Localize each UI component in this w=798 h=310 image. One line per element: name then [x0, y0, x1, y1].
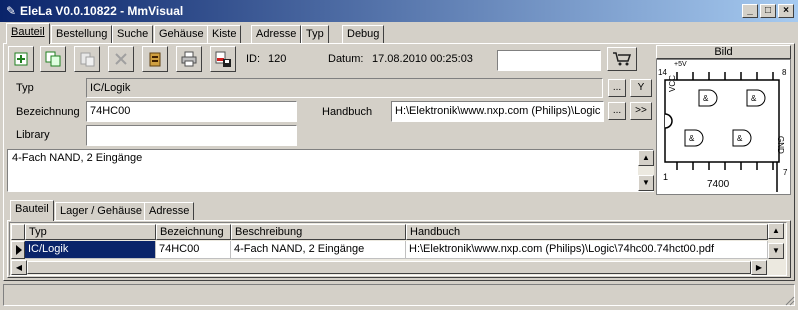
handbuch-open-button[interactable]: >> — [630, 102, 652, 120]
close-button[interactable]: × — [778, 4, 794, 18]
svg-text:&: & — [751, 94, 757, 103]
tab-suche[interactable]: Suche — [112, 25, 154, 43]
date-value: 17.08.2010 00:25:03 — [372, 53, 473, 65]
memo-scroll-down[interactable]: ▼ — [638, 175, 654, 191]
archive-button[interactable] — [142, 46, 168, 72]
print-pdf-button[interactable] — [210, 46, 236, 72]
grid-scroll-up[interactable]: ▲ — [768, 223, 784, 239]
window-title: EleLa V0.0.10822 - MmVisual — [20, 4, 184, 18]
inner-tab-adresse[interactable]: Adresse — [144, 202, 195, 220]
printer-icon — [181, 51, 197, 67]
grid-header-bezeichnung[interactable]: Bezeichnung — [156, 224, 231, 240]
new-record-icon — [14, 52, 28, 66]
copy-icon — [45, 51, 61, 67]
grid-scroll-thumb[interactable] — [27, 261, 751, 274]
quantity-input[interactable] — [497, 50, 601, 71]
pin14-label: 14 — [658, 68, 667, 77]
table-cell[interactable]: H:\Elektronik\www.nxp.com (Philips)\Logi… — [406, 241, 768, 259]
grid-header-beschreibung[interactable]: Beschreibung — [231, 224, 406, 240]
tab-kiste[interactable]: Kiste — [207, 25, 242, 43]
date-label: Datum: — [328, 53, 364, 65]
memo-scroll-up[interactable]: ▲ — [638, 150, 654, 166]
paste-record-button[interactable] — [74, 46, 100, 72]
typ-filter-button[interactable]: Y — [630, 79, 652, 97]
status-bar — [3, 284, 795, 306]
description-text: 4-Fach NAND, 2 Eingänge — [12, 152, 143, 164]
id-label: ID: — [246, 53, 261, 65]
svg-text:&: & — [689, 134, 695, 143]
inner-tab-bauteil[interactable]: Bauteil — [10, 200, 54, 221]
grid-scroll-right[interactable]: ▶ — [751, 260, 767, 275]
typ-label: Typ — [16, 82, 34, 94]
library-input[interactable] — [86, 125, 297, 146]
pin7-label: 7 — [783, 168, 788, 177]
minimize-button[interactable]: _ — [742, 4, 758, 18]
typ-field[interactable]: IC/Logik — [86, 78, 603, 98]
table-cell[interactable]: 74HC00 — [156, 241, 231, 259]
handbuch-label: Handbuch — [322, 106, 373, 118]
delete-icon — [115, 53, 127, 65]
grid-scroll-down[interactable]: ▼ — [768, 243, 784, 259]
grid-indicator-header — [11, 224, 25, 240]
description-memo[interactable]: 4-Fach NAND, 2 Eingänge — [7, 149, 654, 192]
app-icon: ✎ — [5, 4, 17, 18]
chip-label: 7400 — [707, 179, 730, 190]
pin1-label: 1 — [663, 172, 669, 182]
library-label: Library — [16, 129, 50, 141]
vcc-label: VCC — [668, 75, 677, 92]
grid-header-typ[interactable]: Typ — [25, 224, 156, 240]
gnd-label: GND — [776, 136, 785, 154]
row-pointer-icon — [16, 245, 22, 255]
bezeichnung-label: Bezeichnung — [16, 106, 80, 118]
row-indicator[interactable] — [11, 241, 25, 259]
typ-browse-button[interactable]: ... — [608, 79, 626, 97]
size-grip-icon[interactable] — [783, 294, 795, 306]
new-record-button[interactable] — [8, 46, 34, 72]
handbuch-browse-button[interactable]: ... — [608, 102, 626, 120]
archive-icon — [149, 52, 161, 67]
inner-tab-lager-gehaeuse[interactable]: Lager / Gehäuse — [55, 202, 147, 220]
print-button[interactable] — [176, 46, 202, 72]
pin8-label: 8 — [782, 68, 787, 77]
paste-icon — [80, 52, 95, 67]
svg-text:&: & — [737, 134, 743, 143]
table-cell[interactable]: 4-Fach NAND, 2 Eingänge — [231, 241, 406, 259]
tab-gehaeuse[interactable]: Gehäuse — [154, 25, 209, 43]
copy-record-button[interactable] — [40, 46, 66, 72]
tab-adresse[interactable]: Adresse — [251, 25, 302, 43]
cart-icon — [613, 52, 632, 66]
save-print-icon — [215, 51, 231, 67]
cart-button[interactable] — [607, 47, 637, 71]
tab-debug[interactable]: Debug — [342, 25, 385, 43]
svg-text:&: & — [703, 94, 709, 103]
image-panel-header: Bild — [656, 45, 791, 59]
grid-header-handbuch[interactable]: Handbuch — [406, 224, 768, 240]
vcc-note: +5V — [674, 61, 687, 68]
tab-bauteil[interactable]: Bauteil — [6, 23, 50, 44]
handbuch-input[interactable]: H:\Elektronik\www.nxp.com (Philips)\Logi… — [391, 101, 604, 122]
table-cell[interactable]: IC/Logik — [25, 241, 156, 259]
maximize-button[interactable]: □ — [760, 4, 776, 18]
delete-record-button[interactable] — [108, 46, 134, 72]
grid-scroll-left[interactable]: ◀ — [11, 260, 27, 275]
tab-bestellung[interactable]: Bestellung — [51, 25, 113, 43]
id-value: 120 — [268, 53, 287, 65]
tab-typ[interactable]: Typ — [301, 25, 329, 43]
bezeichnung-input[interactable]: 74HC00 — [86, 101, 297, 122]
